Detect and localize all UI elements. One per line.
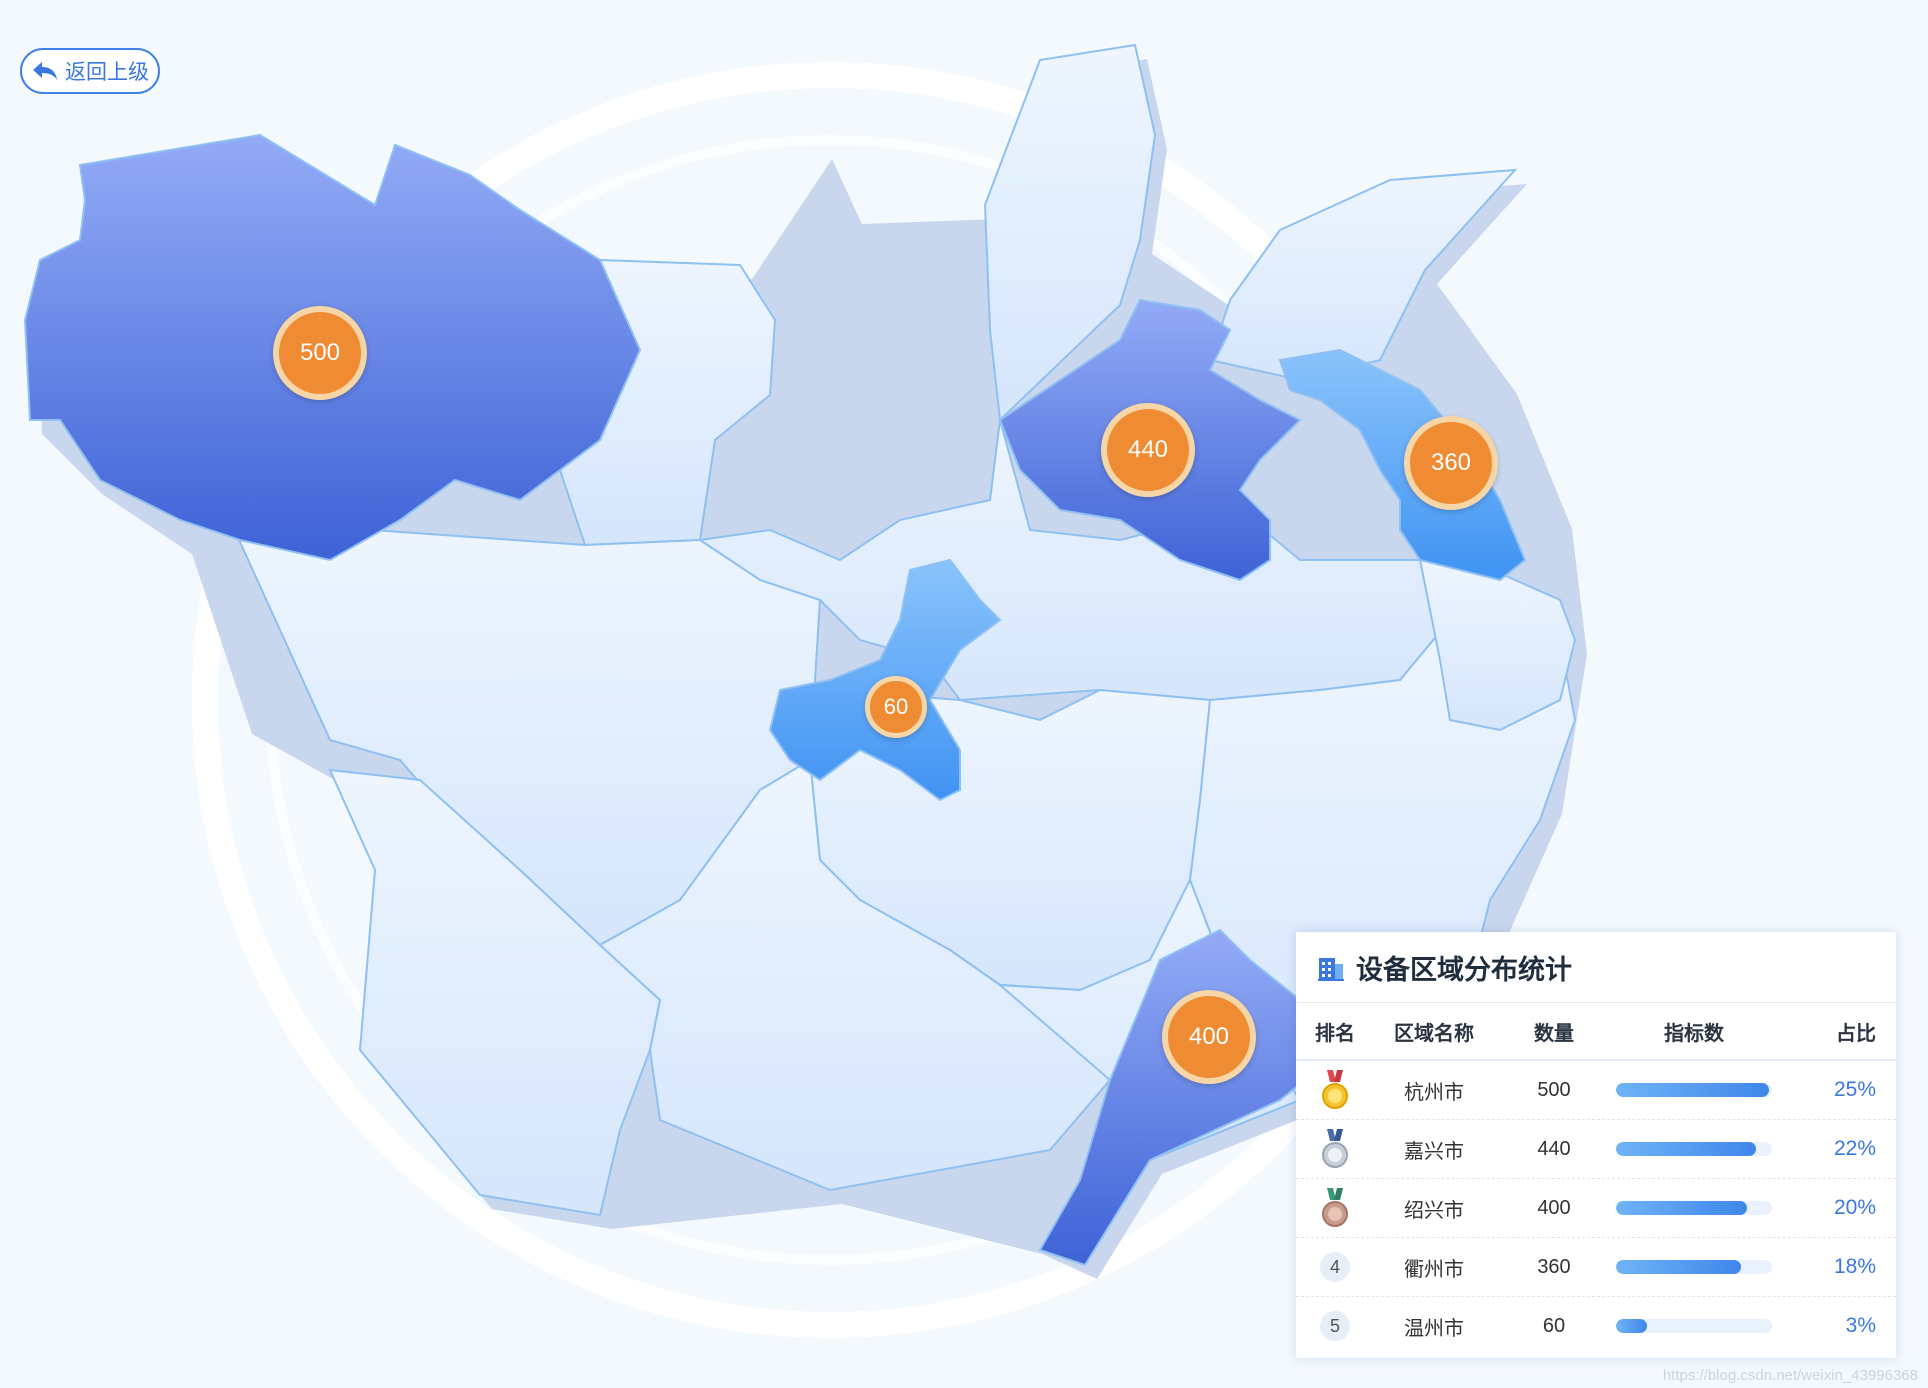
bronze-medal-icon xyxy=(1322,1188,1348,1227)
row-ratio: 25% xyxy=(1833,1078,1876,1101)
header-index: 指标数 xyxy=(1664,1020,1724,1045)
marker-jiaxing[interactable]: 440 xyxy=(1101,403,1195,497)
marker-hangzhou[interactable]: 500 xyxy=(273,306,367,400)
table-header: 排名 区域名称 数量 指标数 占比 xyxy=(1296,1003,1896,1061)
table-row[interactable]: 嘉兴市 440 22% xyxy=(1296,1120,1896,1179)
back-button-label: 返回上级 xyxy=(65,60,149,84)
marker-value: 60 xyxy=(883,694,909,719)
row-count: 500 xyxy=(1537,1078,1571,1101)
row-ratio: 3% xyxy=(1845,1314,1876,1337)
index-bar xyxy=(1616,1083,1772,1097)
row-ratio: 22% xyxy=(1833,1137,1876,1160)
index-bar-fill xyxy=(1616,1201,1748,1215)
row-name: 嘉兴市 xyxy=(1404,1138,1464,1163)
index-bar-fill xyxy=(1616,1142,1757,1156)
watermark: https://blog.csdn.net/weixin_43996368 xyxy=(1662,1367,1918,1384)
index-bar-fill xyxy=(1616,1319,1648,1333)
marker-value: 440 xyxy=(1127,436,1169,463)
rank-badge: 5 xyxy=(1320,1311,1350,1341)
marker-value: 360 xyxy=(1430,449,1472,476)
table-row[interactable]: 5 温州市 60 3% xyxy=(1296,1297,1896,1355)
silver-medal-icon xyxy=(1322,1129,1348,1168)
back-button[interactable]: 返回上级 xyxy=(20,48,160,94)
table-row[interactable]: 绍兴市 400 20% xyxy=(1296,1179,1896,1238)
row-ratio: 18% xyxy=(1833,1255,1876,1278)
back-arrow-icon xyxy=(33,62,57,80)
row-count: 440 xyxy=(1537,1137,1571,1160)
row-name: 温州市 xyxy=(1404,1315,1464,1340)
building-icon xyxy=(1318,958,1344,981)
header-count: 数量 xyxy=(1534,1020,1574,1045)
table-row[interactable]: 杭州市 500 25% xyxy=(1296,1061,1896,1120)
row-count: 60 xyxy=(1542,1314,1566,1337)
header-ratio: 占比 xyxy=(1836,1020,1876,1045)
row-ratio: 20% xyxy=(1833,1196,1876,1219)
index-bar-fill xyxy=(1616,1083,1769,1097)
marker-value: 500 xyxy=(299,339,341,366)
row-count: 400 xyxy=(1537,1196,1571,1219)
header-rank: 排名 xyxy=(1315,1020,1355,1045)
header-name: 区域名称 xyxy=(1394,1020,1474,1045)
marker-shaoxing[interactable]: 400 xyxy=(1162,990,1256,1084)
index-bar xyxy=(1616,1319,1772,1333)
gold-medal-icon xyxy=(1322,1070,1348,1109)
panel-title: 设备区域分布统计 xyxy=(1356,954,1572,986)
table-row[interactable]: 4 衢州市 360 18% xyxy=(1296,1238,1896,1297)
index-bar-fill xyxy=(1616,1260,1741,1274)
rank-badge: 4 xyxy=(1320,1252,1350,1282)
row-name: 绍兴市 xyxy=(1404,1197,1464,1222)
marker-wenzhou[interactable]: 60 xyxy=(865,676,927,738)
index-bar xyxy=(1616,1201,1772,1215)
region-stats-panel: 设备区域分布统计 排名 区域名称 数量 指标数 占比 杭州市 500 25% 嘉… xyxy=(1296,932,1896,1358)
panel-header: 设备区域分布统计 xyxy=(1296,932,1896,1003)
index-bar xyxy=(1616,1260,1772,1274)
marker-quzhou[interactable]: 360 xyxy=(1404,416,1498,510)
row-count: 360 xyxy=(1537,1255,1571,1278)
row-name: 杭州市 xyxy=(1404,1079,1464,1104)
index-bar xyxy=(1616,1142,1772,1156)
marker-value: 400 xyxy=(1188,1023,1230,1050)
row-name: 衢州市 xyxy=(1404,1256,1464,1281)
